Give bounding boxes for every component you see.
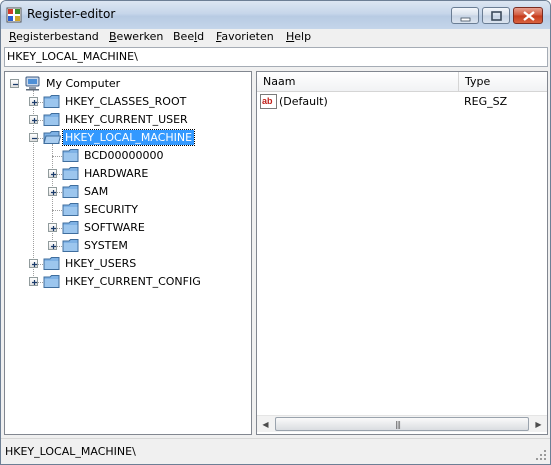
folder-icon xyxy=(62,221,79,234)
collapse-icon[interactable] xyxy=(10,79,19,88)
grip-icon: ||| xyxy=(395,420,401,429)
close-icon xyxy=(523,11,535,21)
menu-beeld[interactable]: Beeld xyxy=(173,30,204,43)
tree-node-software[interactable]: SOFTWARE xyxy=(5,219,245,237)
close-button[interactable] xyxy=(513,7,543,24)
menu-label: elp xyxy=(294,30,312,43)
column-header-naam[interactable]: Naam xyxy=(257,72,459,92)
expand-icon[interactable] xyxy=(48,169,57,178)
tree-label: BCD00000000 xyxy=(84,149,164,162)
tree-label: HKEY_CURRENT_USER xyxy=(65,113,188,126)
maximize-button[interactable] xyxy=(482,7,510,24)
tree-label: HKEY_CLASSES_ROOT xyxy=(65,95,187,108)
collapse-icon[interactable] xyxy=(29,133,38,142)
tree-node-system[interactable]: SYSTEM xyxy=(5,237,245,255)
size-grip-icon[interactable] xyxy=(535,449,547,461)
tree-label: SAM xyxy=(84,185,109,198)
tree-node-hkey-local-machine[interactable]: HKEY_LOCAL_MACHINE xyxy=(5,129,245,147)
menu-accel: B xyxy=(109,30,117,43)
minimize-button[interactable] xyxy=(451,7,479,24)
list-item[interactable]: ab (Default) REG_SZ xyxy=(257,93,547,111)
scrollbar-thumb[interactable]: ||| xyxy=(275,417,529,431)
status-bar: HKEY_LOCAL_MACHINE\ xyxy=(1,438,550,464)
registry-editor-icon xyxy=(6,7,22,23)
expand-icon[interactable] xyxy=(29,259,38,268)
value-name: (Default) xyxy=(279,95,328,108)
tree-node-bcd00000000[interactable]: BCD00000000 xyxy=(5,147,245,165)
tree-node-security[interactable]: SECURITY xyxy=(5,201,245,219)
tree-label: SECURITY xyxy=(84,203,138,216)
tree-node-hkey-current-config[interactable]: HKEY_CURRENT_CONFIG xyxy=(5,273,245,291)
horizontal-scrollbar[interactable]: ◀ ||| ▶ xyxy=(257,415,547,432)
tree-node-sam[interactable]: SAM xyxy=(5,183,245,201)
menu-bewerken[interactable]: Bewerken xyxy=(109,30,163,43)
folder-icon xyxy=(62,203,79,216)
menu-help[interactable]: Help xyxy=(286,30,311,43)
scroll-left-icon[interactable]: ◀ xyxy=(257,416,274,433)
folder-icon xyxy=(43,257,60,270)
menu-bar: Registerbestand Bewerken Beeld Favoriete… xyxy=(1,29,550,46)
expand-icon[interactable] xyxy=(48,187,57,196)
scroll-right-icon[interactable]: ▶ xyxy=(530,416,547,433)
maximize-icon xyxy=(491,11,502,21)
tree-label: My Computer xyxy=(46,77,121,90)
folder-icon xyxy=(43,113,60,126)
status-path: HKEY_LOCAL_MACHINE\ xyxy=(5,445,136,458)
folder-icon xyxy=(43,275,60,288)
tree-label: HKEY_CURRENT_CONFIG xyxy=(65,275,201,288)
folder-icon xyxy=(43,95,60,108)
title-bar[interactable]: Register-editor xyxy=(1,1,550,29)
menu-label: ewerken xyxy=(116,30,164,43)
tree-node-hardware[interactable]: HARDWARE xyxy=(5,165,245,183)
svg-text:ab: ab xyxy=(262,96,273,106)
menu-label: egisterbestand xyxy=(16,30,99,43)
string-value-icon: ab xyxy=(260,94,277,109)
tree-node-my-computer[interactable]: My Computer xyxy=(5,75,245,93)
minimize-icon xyxy=(460,17,471,22)
expand-icon[interactable] xyxy=(29,115,38,124)
menu-label: avorieten xyxy=(221,30,274,43)
tree-label: SYSTEM xyxy=(84,239,128,252)
values-list[interactable]: Naam Type ab (Default) REG_SZ ◀ ||| ▶ xyxy=(256,71,548,435)
folder-icon xyxy=(62,239,79,252)
address-bar[interactable]: HKEY_LOCAL_MACHINE\ xyxy=(4,47,548,67)
tree-label: HKEY_USERS xyxy=(65,257,137,270)
address-path: HKEY_LOCAL_MACHINE\ xyxy=(7,50,138,63)
menu-favorieten[interactable]: Favorieten xyxy=(216,30,274,43)
menu-label: d xyxy=(197,30,205,43)
tree-label-selected: HKEY_LOCAL_MACHINE xyxy=(61,129,196,146)
window-title: Register-editor xyxy=(27,7,116,21)
expand-icon[interactable] xyxy=(48,241,57,250)
tree-node-hkey-current-user[interactable]: HKEY_CURRENT_USER xyxy=(5,111,245,129)
menu-registerbestand[interactable]: Registerbestand xyxy=(9,30,99,43)
registry-tree[interactable]: My Computer HKEY_CLASSES_ROOT HKEY_CURRE… xyxy=(4,71,252,435)
registry-editor-window: Register-editor Registerbestand Bewerken… xyxy=(0,0,551,465)
tree-label: SOFTWARE xyxy=(84,221,145,234)
folder-icon xyxy=(62,167,79,180)
folder-icon xyxy=(62,149,79,162)
tree-node-hkey-users[interactable]: HKEY_USERS xyxy=(5,255,245,273)
menu-label: Bee xyxy=(173,30,195,43)
expand-icon[interactable] xyxy=(48,223,57,232)
tree-label: HARDWARE xyxy=(84,167,149,180)
open-folder-icon xyxy=(43,131,61,144)
column-header-type[interactable]: Type xyxy=(459,72,547,92)
value-type: REG_SZ xyxy=(464,95,508,108)
folder-icon xyxy=(62,185,79,198)
list-header: Naam Type xyxy=(257,72,547,92)
tree-node-hkey-classes-root[interactable]: HKEY_CLASSES_ROOT xyxy=(5,93,245,111)
computer-icon xyxy=(25,76,40,91)
expand-icon[interactable] xyxy=(29,277,38,286)
expand-icon[interactable] xyxy=(29,97,38,106)
